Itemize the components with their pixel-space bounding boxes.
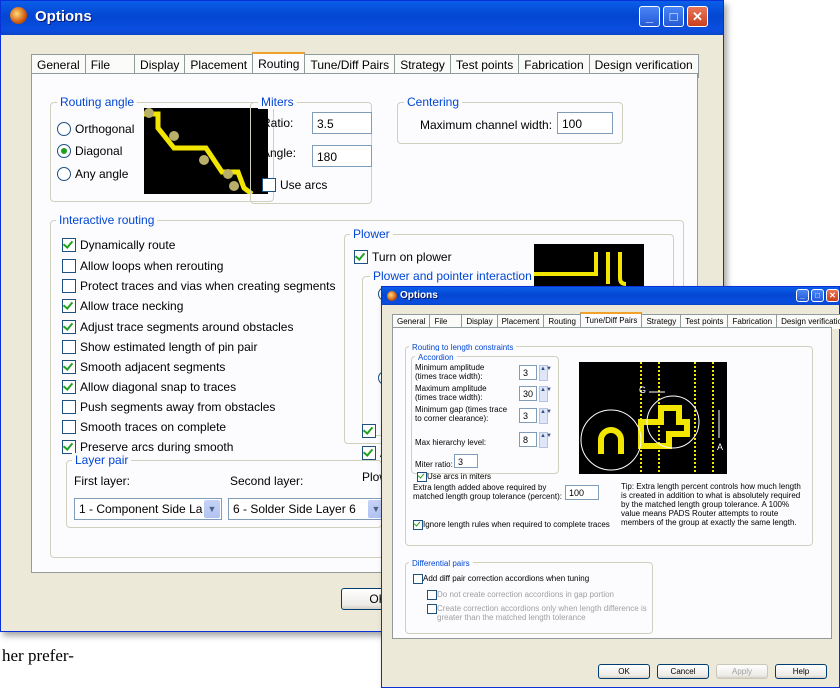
second-layer-label: Second layer: [230, 474, 304, 488]
miters-ratio-label: Ratio: [262, 116, 294, 130]
extra-length-input[interactable]: 100 [565, 485, 599, 500]
routing-angle-label: Routing angle [57, 95, 138, 109]
radio-diagonal[interactable]: Diagonal [57, 144, 122, 158]
max-amplitude-spinner[interactable]: ▲▼ [539, 386, 552, 402]
max-amplitude-input[interactable]: 30 [519, 386, 537, 401]
chevron-down-icon[interactable]: ▼ [204, 500, 220, 518]
min-amplitude-label: Minimum amplitude (times trace width): [415, 363, 485, 381]
radio-orthogonal[interactable]: Orthogonal [57, 122, 134, 136]
maximize-button-2[interactable]: □ [811, 289, 824, 302]
plower-preview [534, 244, 644, 292]
tune-panel: Routing to length constraints Accordion … [392, 327, 832, 639]
centering-label: Centering [404, 95, 463, 109]
use-arcs-in-miters-checkbox[interactable]: Use arcs in miters [417, 472, 491, 482]
app-icon-2 [387, 291, 397, 301]
tab-tune-diff-pairs[interactable]: Tune/Diff Pairs [579, 312, 643, 327]
miter-ratio-input[interactable]: 3 [454, 454, 478, 468]
max-hierarchy-spinner[interactable]: ▲▼ [539, 432, 552, 448]
min-amplitude-input[interactable]: 3 [519, 365, 537, 380]
add-diff-pair-checkbox[interactable]: Add diff pair correction accordions when… [413, 574, 589, 584]
show-estimated-length-checkbox[interactable]: Show estimated length of pin pair [62, 340, 257, 354]
apply-button[interactable]: Apply [716, 664, 768, 679]
miters-angle-input[interactable]: 180 [312, 145, 372, 167]
first-layer-value: 1 - Component Side La [79, 502, 203, 516]
app-icon [10, 7, 27, 24]
title-bar-2[interactable]: Options _ □ ✕ [382, 287, 839, 305]
preserve-arcs-checkbox[interactable]: Preserve arcs during smooth [62, 440, 233, 454]
miters-ratio-input[interactable]: 3.5 [312, 112, 372, 134]
diagram-a-label: A [717, 442, 723, 452]
push-segments-checkbox[interactable]: Push segments away from obstacles [62, 400, 275, 414]
window-title: Options [35, 8, 92, 25]
maximize-button[interactable]: □ [663, 6, 684, 27]
miters-label: Miters [258, 95, 297, 109]
title-bar[interactable]: Options _ □ ✕ [1, 1, 723, 35]
tip-text: Tip: Extra length percent controls how m… [621, 482, 801, 527]
first-layer-select[interactable]: 1 - Component Side La ▼ [74, 498, 222, 520]
minimize-button-2[interactable]: _ [796, 289, 809, 302]
protect-traces-checkbox[interactable]: Protect traces and vias when creating se… [62, 279, 335, 293]
cancel-button[interactable]: Cancel [657, 664, 709, 679]
help-button[interactable]: Help [775, 664, 827, 679]
min-gap-label: Minimum gap (times trace to corner clear… [415, 405, 508, 423]
interactive-routing-label: Interactive routing [56, 213, 158, 227]
miters-angle-label: Angle: [262, 146, 297, 160]
max-channel-width-label: Maximum channel width: [420, 118, 553, 132]
ignore-length-rules-checkbox[interactable]: Ignore length rules when required to com… [413, 520, 610, 530]
second-layer-value: 6 - Solder Side Layer 6 [233, 502, 356, 516]
dynamically-route-checkbox[interactable]: Dynamically route [62, 238, 175, 252]
min-gap-input[interactable]: 3 [519, 408, 537, 423]
window-title-2: Options [400, 290, 438, 301]
diagram-g-label: G [639, 385, 646, 395]
options-window-tune-diff-pairs: Options _ □ ✕ General File Display Place… [381, 286, 840, 688]
layer-pair-label: Layer pair [72, 453, 132, 467]
no-gap-portion-checkbox[interactable]: Do not create correction accordions in g… [427, 590, 614, 600]
use-arcs-checkbox[interactable]: Use arcs [262, 178, 327, 192]
plower-interaction-label: Plower and pointer interaction [370, 269, 535, 283]
smooth-traces-complete-checkbox[interactable]: Smooth traces on complete [62, 420, 226, 434]
allow-diagonal-snap-checkbox[interactable]: Allow diagonal snap to traces [62, 380, 236, 394]
min-gap-spinner[interactable]: ▲▼ [539, 408, 552, 424]
radio-any-angle[interactable]: Any angle [57, 167, 128, 181]
page-text-fragment: her prefer- [2, 646, 74, 665]
ok-button-2[interactable]: OK [598, 664, 650, 679]
allow-trace-necking-checkbox[interactable]: Allow trace necking [62, 299, 183, 313]
max-channel-width-input[interactable]: 100 [557, 112, 613, 134]
max-hierarchy-input[interactable]: 8 [519, 432, 537, 447]
min-amplitude-spinner[interactable]: ▲▼ [539, 365, 552, 381]
first-layer-label: First layer: [74, 474, 131, 488]
adjust-trace-segments-checkbox[interactable]: Adjust trace segments around obstacles [62, 320, 293, 334]
create-only-when-checkbox[interactable]: Create correction accordions only when l… [427, 604, 649, 622]
plower-label: Plower [350, 227, 393, 241]
accordion-diagram: G A [579, 362, 727, 474]
extra-length-label: Extra length added above required by mat… [413, 483, 562, 501]
close-button-2[interactable]: ✕ [826, 289, 839, 302]
minimize-button[interactable]: _ [639, 6, 660, 27]
second-layer-select[interactable]: 6 - Solder Side Layer 6 ▼ [228, 498, 386, 520]
allow-loops-checkbox[interactable]: Allow loops when rerouting [62, 259, 223, 273]
smooth-adjacent-checkbox[interactable]: Smooth adjacent segments [62, 360, 225, 374]
max-amplitude-label: Maximum amplitude (times trace width): [415, 384, 487, 402]
miter-ratio-label: Miter ratio: [415, 460, 453, 469]
differential-pairs-label: Differential pairs [409, 557, 473, 571]
turn-on-plower-checkbox[interactable]: Turn on plower [354, 250, 452, 264]
max-hierarchy-label: Max hierarchy level: [415, 438, 487, 447]
close-button[interactable]: ✕ [687, 6, 708, 27]
